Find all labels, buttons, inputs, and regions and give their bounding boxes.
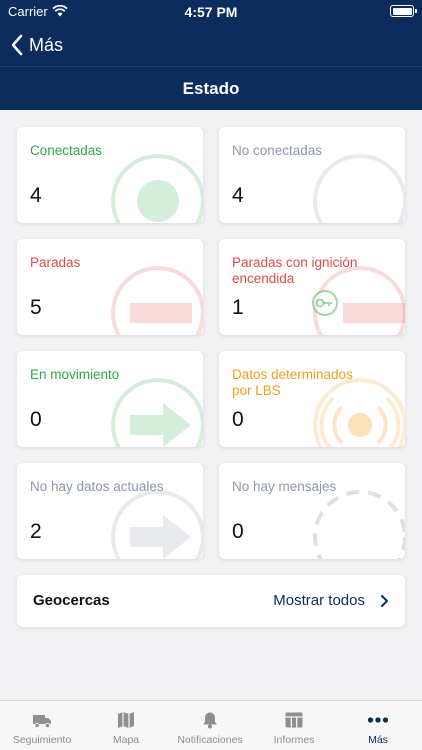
status-card-stopped[interactable]: Paradas 5 (17, 239, 203, 335)
show-all-link[interactable]: Mostrar todos (273, 592, 365, 609)
tab-bar: Seguimiento Mapa Notificaciones Informes… (0, 700, 422, 750)
map-icon (118, 712, 134, 728)
card-count: 0 (232, 408, 244, 431)
back-button-label: Más (29, 34, 64, 55)
tab-notifications[interactable]: Notificaciones (168, 701, 252, 750)
status-card-stopped-ignition-on[interactable]: Paradas con ignición encendida 1 (219, 239, 405, 335)
page-title: Estado (182, 79, 240, 98)
arrow-right-icon (111, 490, 203, 559)
status-card-lbs[interactable]: Datos determinados por LBS 0 (219, 351, 405, 447)
dashed-circle-icon (313, 490, 405, 559)
tab-label: Informes (273, 734, 315, 746)
card-count: 5 (30, 296, 42, 319)
table-icon (285, 712, 303, 728)
signal-icon (313, 378, 405, 447)
disconnected-icon (313, 154, 405, 223)
status-bar: Carrier 4:57 PM (0, 0, 422, 24)
status-card-connected[interactable]: Conectadas 4 (17, 127, 203, 223)
card-count: 0 (232, 520, 244, 543)
card-count: 4 (232, 184, 244, 207)
card-count: 2 (30, 520, 42, 543)
geofences-title: Geocercas (33, 592, 110, 609)
status-card-disconnected[interactable]: No conectadas 4 (219, 127, 405, 223)
tab-label: Más (368, 734, 388, 746)
bell-icon (203, 712, 217, 729)
battery-icon (390, 5, 417, 17)
navigation-bar: Más (0, 24, 422, 66)
chevron-left-icon (11, 34, 23, 56)
title-bar: Estado (0, 66, 422, 110)
connected-icon (111, 154, 203, 223)
status-card-no-current-data[interactable]: No hay datos actuales 2 (17, 463, 203, 559)
truck-icon (33, 715, 51, 729)
stop-icon (111, 266, 203, 335)
arrow-right-icon (111, 378, 203, 447)
tab-more[interactable]: Más (336, 701, 420, 750)
tab-map[interactable]: Mapa (84, 701, 168, 750)
tab-label: Mapa (112, 734, 140, 746)
tab-reports[interactable]: Informes (252, 701, 336, 750)
ignition-key-icon (312, 266, 405, 335)
chevron-right-icon (381, 595, 388, 607)
tab-label: Notificaciones (177, 734, 243, 746)
tab-label: Seguimiento (12, 734, 72, 746)
geofences-row[interactable]: Geocercas Mostrar todos (17, 575, 405, 627)
more-icon (368, 717, 388, 723)
card-count: 4 (30, 184, 42, 207)
card-count: 1 (232, 296, 244, 319)
back-button[interactable]: Más (10, 32, 63, 58)
status-card-no-messages[interactable]: No hay mensajes 0 (219, 463, 405, 559)
clock: 4:57 PM (184, 4, 238, 20)
card-count: 0 (30, 408, 42, 431)
status-card-moving[interactable]: En movimiento 0 (17, 351, 203, 447)
tab-tracking[interactable]: Seguimiento (0, 701, 84, 750)
